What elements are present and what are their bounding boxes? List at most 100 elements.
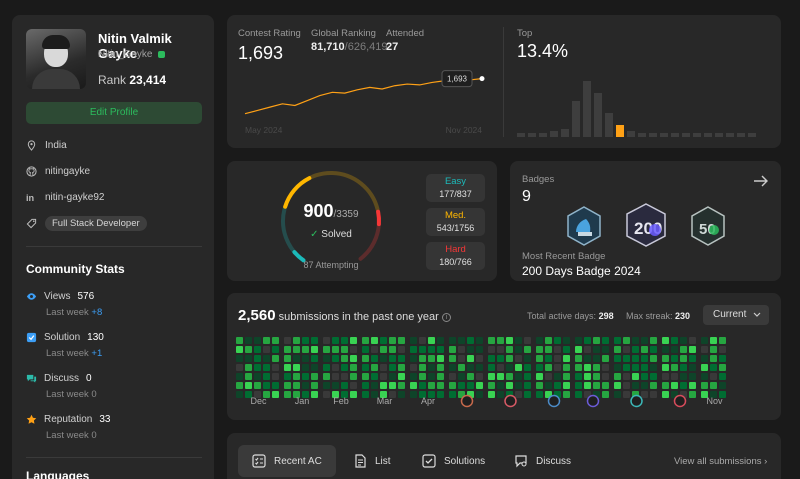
heatmap-cell[interactable] bbox=[350, 364, 357, 371]
heatmap-cell[interactable] bbox=[437, 355, 444, 362]
skill-tag[interactable]: Full Stack Developer bbox=[45, 216, 147, 231]
heatmap-cell[interactable] bbox=[362, 346, 369, 353]
heatmap-cell[interactable] bbox=[641, 364, 648, 371]
heatmap-cell[interactable] bbox=[602, 346, 609, 353]
heatmap-cell[interactable] bbox=[575, 346, 582, 353]
heatmap-cell[interactable] bbox=[350, 355, 357, 362]
heatmap-cell[interactable] bbox=[389, 355, 396, 362]
easy-badge[interactable]: Easy 177/837 bbox=[426, 174, 485, 202]
heatmap-cell[interactable] bbox=[398, 364, 405, 371]
heatmap-cell[interactable] bbox=[545, 337, 552, 344]
heatmap-cell[interactable] bbox=[524, 346, 531, 353]
rating-point[interactable] bbox=[479, 76, 485, 82]
heatmap-cell[interactable] bbox=[506, 382, 513, 389]
heatmap-cell[interactable] bbox=[506, 346, 513, 353]
heatmap-cell[interactable] bbox=[323, 373, 330, 380]
heatmap-cell[interactable] bbox=[458, 382, 465, 389]
heatmap-cell[interactable] bbox=[371, 346, 378, 353]
heatmap-cell[interactable] bbox=[545, 373, 552, 380]
tab-recent-ac[interactable]: Recent AC bbox=[238, 445, 336, 477]
heatmap-cell[interactable] bbox=[584, 346, 591, 353]
heatmap-cell[interactable] bbox=[680, 346, 687, 353]
heatmap-cell[interactable] bbox=[710, 337, 717, 344]
heatmap-cell[interactable] bbox=[476, 364, 483, 371]
heatmap-cell[interactable] bbox=[398, 355, 405, 362]
heatmap-cell[interactable] bbox=[632, 364, 639, 371]
badge-icon-knight[interactable] bbox=[566, 206, 602, 246]
heatmap-cell[interactable] bbox=[284, 355, 291, 362]
heatmap-cell[interactable] bbox=[488, 355, 495, 362]
heatmap-cell[interactable] bbox=[254, 337, 261, 344]
heatmap-cell[interactable] bbox=[236, 364, 243, 371]
heatmap-cell[interactable] bbox=[467, 355, 474, 362]
heatmap-cell[interactable] bbox=[467, 337, 474, 344]
heatmap-cell[interactable] bbox=[389, 373, 396, 380]
heatmap-cell[interactable] bbox=[689, 373, 696, 380]
heatmap-cell[interactable] bbox=[515, 337, 522, 344]
heatmap-cell[interactable] bbox=[623, 337, 630, 344]
rating-chart[interactable]: 1,693 May 2024 Nov 2024 bbox=[237, 63, 499, 143]
heatmap-cell[interactable] bbox=[545, 364, 552, 371]
heatmap-cell[interactable] bbox=[536, 373, 543, 380]
heatmap-cell[interactable] bbox=[302, 382, 309, 389]
monthly-badge-icon[interactable] bbox=[504, 394, 517, 408]
heatmap-cell[interactable] bbox=[476, 337, 483, 344]
heatmap-cell[interactable] bbox=[671, 364, 678, 371]
heatmap-cell[interactable] bbox=[398, 337, 405, 344]
heatmap-cell[interactable] bbox=[554, 373, 561, 380]
heatmap-cell[interactable] bbox=[497, 364, 504, 371]
heatmap-cell[interactable] bbox=[671, 373, 678, 380]
heatmap-cell[interactable] bbox=[497, 346, 504, 353]
heatmap-cell[interactable] bbox=[449, 346, 456, 353]
heatmap-cell[interactable] bbox=[236, 373, 243, 380]
heatmap-cell[interactable] bbox=[380, 364, 387, 371]
heatmap-cell[interactable] bbox=[380, 373, 387, 380]
heatmap-cell[interactable] bbox=[641, 355, 648, 362]
heatmap-cell[interactable] bbox=[680, 382, 687, 389]
heatmap-cell[interactable] bbox=[350, 382, 357, 389]
heatmap-cell[interactable] bbox=[689, 346, 696, 353]
heatmap-cell[interactable] bbox=[593, 346, 600, 353]
heatmap-cell[interactable] bbox=[641, 337, 648, 344]
heatmap-cell[interactable] bbox=[272, 346, 279, 353]
heatmap-cell[interactable] bbox=[362, 373, 369, 380]
heatmap-cell[interactable] bbox=[398, 373, 405, 380]
heatmap-cell[interactable] bbox=[371, 364, 378, 371]
heatmap-cell[interactable] bbox=[632, 373, 639, 380]
heatmap-cell[interactable] bbox=[536, 382, 543, 389]
heatmap-cell[interactable] bbox=[350, 346, 357, 353]
heatmap-cell[interactable] bbox=[272, 373, 279, 380]
heatmap-cell[interactable] bbox=[341, 337, 348, 344]
heatmap-cell[interactable] bbox=[362, 355, 369, 362]
avatar[interactable] bbox=[26, 29, 86, 89]
heatmap-cell[interactable] bbox=[458, 337, 465, 344]
heatmap-cell[interactable] bbox=[341, 346, 348, 353]
heatmap-cell[interactable] bbox=[467, 346, 474, 353]
heatmap-cell[interactable] bbox=[449, 364, 456, 371]
heatmap-cell[interactable] bbox=[284, 373, 291, 380]
heatmap-cell[interactable] bbox=[245, 373, 252, 380]
tab-list[interactable]: List bbox=[353, 445, 391, 477]
heatmap-cell[interactable] bbox=[332, 382, 339, 389]
heatmap-cell[interactable] bbox=[563, 337, 570, 344]
heatmap-cell[interactable] bbox=[254, 355, 261, 362]
heatmap-cell[interactable] bbox=[311, 346, 318, 353]
heatmap-cell[interactable] bbox=[650, 337, 657, 344]
heatmap-cell[interactable] bbox=[701, 355, 708, 362]
heatmap-cell[interactable] bbox=[254, 373, 261, 380]
heatmap-cell[interactable] bbox=[650, 373, 657, 380]
heatmap-cell[interactable] bbox=[623, 355, 630, 362]
heatmap-cell[interactable] bbox=[302, 355, 309, 362]
heatmap-cell[interactable] bbox=[575, 373, 582, 380]
heatmap-cell[interactable] bbox=[476, 382, 483, 389]
heatmap-cell[interactable] bbox=[398, 346, 405, 353]
edit-profile-button[interactable]: Edit Profile bbox=[26, 102, 202, 124]
heatmap-cell[interactable] bbox=[371, 337, 378, 344]
monthly-badge-icon[interactable] bbox=[586, 394, 600, 408]
heatmap-cell[interactable] bbox=[515, 364, 522, 371]
heatmap-cell[interactable] bbox=[332, 373, 339, 380]
heatmap-cell[interactable] bbox=[614, 337, 621, 344]
heatmap-cell[interactable] bbox=[662, 337, 669, 344]
heatmap-cell[interactable] bbox=[302, 364, 309, 371]
heatmap-cell[interactable] bbox=[476, 373, 483, 380]
